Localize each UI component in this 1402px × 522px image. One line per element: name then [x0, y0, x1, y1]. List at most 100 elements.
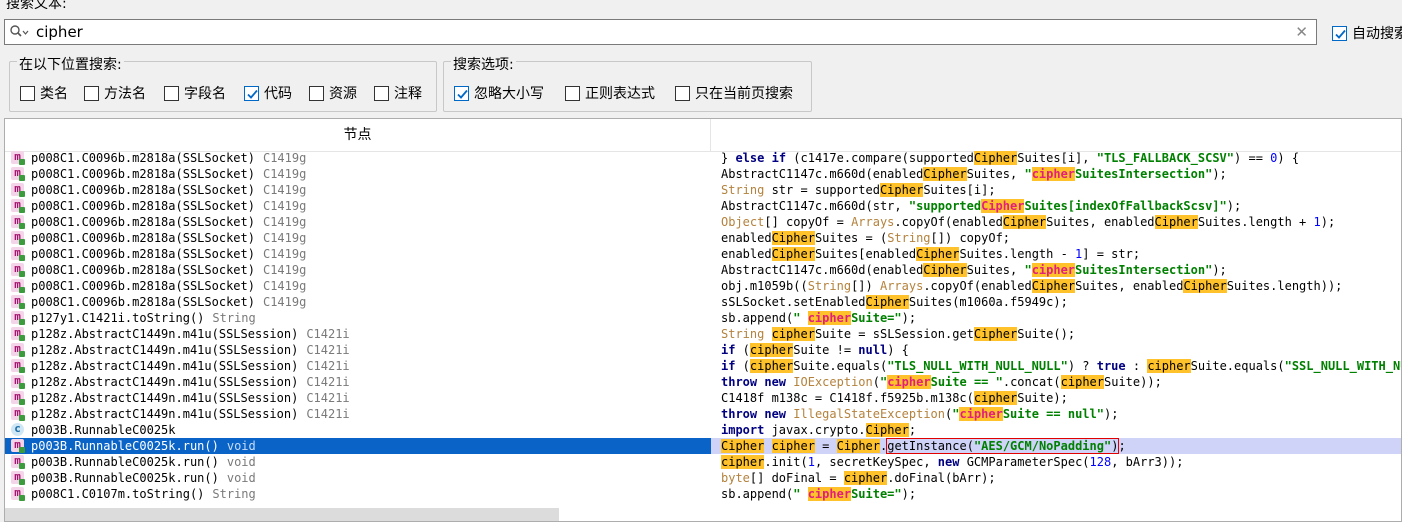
- row-node-cell[interactable]: m p128z.AbstractC1449n.m41u(SSLSession) C1…: [5, 342, 711, 358]
- table-row[interactable]: m p008C1.C0096b.m2818a(SSLSocket) C1419g en…: [5, 246, 1401, 262]
- row-node-cell[interactable]: c p003B.RunnableC0025k: [5, 422, 711, 438]
- search-input[interactable]: cipher ✕: [4, 19, 1317, 45]
- auto-search-checkbox[interactable]: [1332, 25, 1347, 41]
- table-row[interactable]: m p128z.AbstractC1449n.m41u(SSLSession) C1…: [5, 374, 1401, 390]
- option-code[interactable]: 代码: [244, 83, 292, 103]
- row-code-cell[interactable]: throw new IOException("cipherSuite == ".…: [711, 374, 1401, 390]
- table-row[interactable]: c p003B.RunnableC0025k import javax.crypto…: [5, 422, 1401, 438]
- checkbox-code[interactable]: [244, 85, 259, 101]
- row-code-cell[interactable]: Object[] copyOf = Arrays.copyOf(enabledC…: [711, 214, 1401, 230]
- checkbox-ignore-case[interactable]: [454, 85, 469, 101]
- table-row[interactable]: m p008C1.C0096b.m2818a(SSLSocket) C1419g ob…: [5, 278, 1401, 294]
- checkbox-current-page[interactable]: [675, 85, 690, 101]
- row-code-cell[interactable]: String str = supportedCipherSuites[i];: [711, 182, 1401, 198]
- row-code-cell[interactable]: enabledCipherSuites[enabledCipherSuites.…: [711, 246, 1401, 262]
- option-label: 代码: [264, 86, 292, 102]
- checkbox-resource[interactable]: [309, 85, 324, 101]
- option-resource[interactable]: 资源: [309, 83, 357, 103]
- row-code-cell[interactable]: AbstractC1147c.m660d(str, "supportedCiph…: [711, 198, 1401, 214]
- table-row[interactable]: m p008C1.C0096b.m2818a(SSLSocket) C1419g sS…: [5, 294, 1401, 310]
- table-row[interactable]: m p128z.AbstractC1449n.m41u(SSLSession) C1…: [5, 390, 1401, 406]
- auto-search-option[interactable]: 自动搜索: [1332, 23, 1402, 43]
- table-row[interactable]: m p008C1.C0096b.m2818a(SSLSocket) C1419g Ab…: [5, 198, 1401, 214]
- row-node-cell[interactable]: m p128z.AbstractC1449n.m41u(SSLSession) C1…: [5, 326, 711, 342]
- row-node-cell[interactable]: m p008C1.C0096b.m2818a(SSLSocket) C1419g: [5, 182, 711, 198]
- row-node-cell[interactable]: m p008C1.C0096b.m2818a(SSLSocket) C1419g: [5, 262, 711, 278]
- table-row[interactable]: m p128z.AbstractC1449n.m41u(SSLSession) C1…: [5, 342, 1401, 358]
- row-node-cell[interactable]: m p008C1.C0096b.m2818a(SSLSocket) C1419g: [5, 230, 711, 246]
- table-row[interactable]: m p128z.AbstractC1449n.m41u(SSLSession) C1…: [5, 406, 1401, 422]
- option-ignore-case[interactable]: 忽略大小写: [454, 83, 544, 103]
- row-node-cell[interactable]: m p128z.AbstractC1449n.m41u(SSLSession) C1…: [5, 406, 711, 422]
- clear-icon[interactable]: ✕: [1295, 23, 1308, 41]
- row-code-cell[interactable]: String cipherSuite = sSLSession.getCiphe…: [711, 326, 1401, 342]
- row-code-cell[interactable]: sSLSocket.setEnabledCipherSuites(m1060a.…: [711, 294, 1401, 310]
- row-node-cell[interactable]: m p008C1.C0096b.m2818a(SSLSocket) C1419g: [5, 278, 711, 294]
- checkbox-regex[interactable]: [565, 85, 580, 101]
- table-row[interactable]: m p008C1.C0107m.toString() String sb.append…: [5, 486, 1401, 502]
- option-field-name[interactable]: 字段名: [164, 83, 226, 103]
- checkbox-class-name[interactable]: [20, 85, 35, 101]
- option-label: 注释: [394, 86, 422, 102]
- row-code-cell[interactable]: sb.append(" cipherSuite=");: [711, 486, 1401, 502]
- row-code-cell[interactable]: byte[] doFinal = cipher.doFinal(bArr);: [711, 470, 1401, 486]
- row-code-cell[interactable]: C1418f m138c = C1418f.f5925b.m138c(ciphe…: [711, 390, 1401, 406]
- table-row[interactable]: m p003B.RunnableC0025k.run() void cipher.in…: [5, 454, 1401, 470]
- row-node-cell[interactable]: m p003B.RunnableC0025k.run() void: [5, 438, 711, 454]
- checkbox-field-name[interactable]: [164, 85, 179, 101]
- row-node-cell[interactable]: m p128z.AbstractC1449n.m41u(SSLSession) C1…: [5, 358, 711, 374]
- option-method-name[interactable]: 方法名: [84, 83, 146, 103]
- table-row[interactable]: m p008C1.C0096b.m2818a(SSLSocket) C1419g St…: [5, 182, 1401, 198]
- checkbox-comment[interactable]: [374, 85, 389, 101]
- row-code-cell[interactable]: } else if (c1417e.compare(supportedCiphe…: [711, 150, 1401, 166]
- row-code-cell[interactable]: throw new IllegalStateException("cipherS…: [711, 406, 1401, 422]
- table-row[interactable]: m p003B.RunnableC0025k.run() void Cipher ci…: [5, 438, 1401, 454]
- table-row[interactable]: m p008C1.C0096b.m2818a(SSLSocket) C1419g} …: [5, 150, 1401, 166]
- row-node-cell[interactable]: m p003B.RunnableC0025k.run() void: [5, 470, 711, 486]
- table-row[interactable]: m p008C1.C0096b.m2818a(SSLSocket) C1419g Ab…: [5, 166, 1401, 182]
- option-comment[interactable]: 注释: [374, 83, 422, 103]
- row-code-cell[interactable]: sb.append(" cipherSuite=");: [711, 310, 1401, 326]
- checkbox-method-name[interactable]: [84, 85, 99, 101]
- table-row[interactable]: m p008C1.C0096b.m2818a(SSLSocket) C1419g Ob…: [5, 214, 1401, 230]
- method-icon: m: [11, 455, 27, 470]
- table-row[interactable]: m p128z.AbstractC1449n.m41u(SSLSession) C1…: [5, 358, 1401, 374]
- row-code-cell[interactable]: if (cipherSuite != null) {: [711, 342, 1401, 358]
- horizontal-scrollbar[interactable]: [5, 508, 559, 521]
- row-node-cell[interactable]: m p008C1.C0107m.toString() String: [5, 486, 711, 502]
- option-class-name[interactable]: 类名: [20, 83, 68, 103]
- row-code-cell[interactable]: Cipher cipher = Cipher.getInstance("AES/…: [711, 438, 1401, 454]
- row-node-cell[interactable]: m p127y1.C1421i.toString() String: [5, 310, 711, 326]
- table-row[interactable]: m p128z.AbstractC1449n.m41u(SSLSession) C1…: [5, 326, 1401, 342]
- row-code-cell[interactable]: cipher.init(1, secretKeySpec, new GCMPar…: [711, 454, 1401, 470]
- row-node-name: p008C1.C0096b.m2818a(SSLSocket): [31, 151, 255, 165]
- method-icon: m: [11, 247, 27, 262]
- row-node-cell[interactable]: m p003B.RunnableC0025k.run() void: [5, 454, 711, 470]
- method-icon: m: [11, 311, 27, 326]
- table-row[interactable]: m p127y1.C1421i.toString() String sb.append…: [5, 310, 1401, 326]
- row-node-name: p003B.RunnableC0025k.run(): [31, 455, 219, 469]
- row-code-cell[interactable]: if (cipherSuite.equals("TLS_NULL_WITH_NU…: [711, 358, 1401, 374]
- search-input-value[interactable]: cipher: [36, 23, 83, 41]
- row-node-name: p128z.AbstractC1449n.m41u(SSLSession): [31, 407, 299, 421]
- option-regex[interactable]: 正则表达式: [565, 83, 655, 103]
- row-node-cell[interactable]: m p008C1.C0096b.m2818a(SSLSocket) C1419g: [5, 214, 711, 230]
- row-code-cell[interactable]: obj.m1059b((String[]) Arrays.copyOf(enab…: [711, 278, 1401, 294]
- table-row[interactable]: m p008C1.C0096b.m2818a(SSLSocket) C1419g Ab…: [5, 262, 1401, 278]
- row-code-cell[interactable]: enabledCipherSuites = (String[]) copyOf;: [711, 230, 1401, 246]
- row-node-cell[interactable]: m p008C1.C0096b.m2818a(SSLSocket) C1419g: [5, 150, 711, 166]
- row-node-cell[interactable]: m p008C1.C0096b.m2818a(SSLSocket) C1419g: [5, 198, 711, 214]
- row-node-cell[interactable]: m p008C1.C0096b.m2818a(SSLSocket) C1419g: [5, 294, 711, 310]
- table-row[interactable]: m p003B.RunnableC0025k.run() void byte[] do…: [5, 470, 1401, 486]
- row-node-cell[interactable]: m p008C1.C0096b.m2818a(SSLSocket) C1419g: [5, 246, 711, 262]
- option-current-page[interactable]: 只在当前页搜索: [675, 83, 793, 103]
- option-label: 类名: [40, 86, 68, 102]
- row-node-cell[interactable]: m p128z.AbstractC1449n.m41u(SSLSession) C1…: [5, 374, 711, 390]
- option-label: 方法名: [104, 86, 146, 102]
- row-code-cell[interactable]: import javax.crypto.Cipher;: [711, 422, 1401, 438]
- table-row[interactable]: m p008C1.C0096b.m2818a(SSLSocket) C1419g en…: [5, 230, 1401, 246]
- row-code-cell[interactable]: AbstractC1147c.m660d(enabledCipherSuites…: [711, 166, 1401, 182]
- row-node-cell[interactable]: m p008C1.C0096b.m2818a(SSLSocket) C1419g: [5, 166, 711, 182]
- row-code-cell[interactable]: AbstractC1147c.m660d(enabledCipherSuites…: [711, 262, 1401, 278]
- row-node-cell[interactable]: m p128z.AbstractC1449n.m41u(SSLSession) C1…: [5, 390, 711, 406]
